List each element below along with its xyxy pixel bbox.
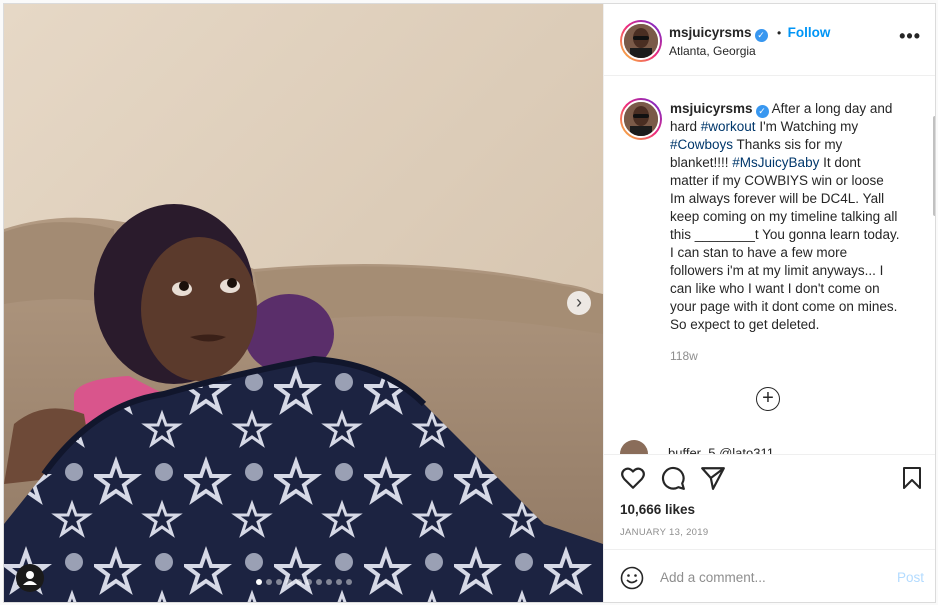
carousel-dot [266,579,272,585]
author-avatar[interactable] [620,20,662,62]
carousel-dot [326,579,332,585]
author-username[interactable]: msjuicyrsms [669,25,752,40]
carousel-dot [336,579,342,585]
carousel-dot [286,579,292,585]
person-icon [23,571,37,585]
carousel-dot [346,579,352,585]
carousel-dot [306,579,312,585]
emoji-icon[interactable] [620,566,644,590]
avatar-image [624,24,658,58]
post-date[interactable]: JANUARY 13, 2019 [620,527,708,538]
carousel-dot [256,579,262,585]
comments-scrollbar[interactable] [933,116,935,216]
comment-icon[interactable] [660,465,686,491]
carousel-next-button[interactable]: › [567,291,591,315]
more-options-icon[interactable]: ••• [899,26,921,47]
header-userline: msjuicyrsms ✓ • Follow [669,24,830,42]
hashtag-link[interactable]: #MsJuicyBaby [732,155,819,170]
post-actions: 10,666 likes JANUARY 13, 2019 Add a comm… [604,454,935,602]
hashtag-link[interactable]: #workout [701,119,756,134]
carousel-dot [276,579,282,585]
hashtag-link[interactable]: #Cowboys [670,137,733,152]
bookmark-icon[interactable] [900,465,924,491]
likes-count[interactable]: 10,666 likes [620,502,695,517]
carousel-dot [316,579,322,585]
post-header: msjuicyrsms ✓ • Follow Atlanta, Georgia •… [604,4,935,76]
caption-username[interactable]: msjuicyrsms [670,101,753,116]
post-card: › msjuicyrsms ✓ • Follow Atlanta, Georgi… [3,3,936,603]
post-location[interactable]: Atlanta, Georgia [669,44,756,58]
carousel-dot [296,579,302,585]
post-comment-button[interactable]: Post [897,570,924,585]
user-tags-button[interactable] [16,564,44,592]
post-caption: msjuicyrsms ✓ After a long day and hard #… [670,100,902,334]
caption-timestamp[interactable]: 118w [670,349,698,363]
comments-section[interactable]: msjuicyrsms ✓ After a long day and hard #… [604,76,935,454]
caption-avatar[interactable] [620,98,662,140]
caption-segment: I'm Watching my [755,119,859,134]
carousel-indicator [256,579,352,585]
post-photo[interactable]: › [4,4,603,602]
follow-button[interactable]: Follow [788,25,831,40]
share-icon[interactable] [700,465,726,491]
add-comment-bar: Add a comment... Post [604,549,935,602]
post-sidebar: msjuicyrsms ✓ • Follow Atlanta, Georgia •… [603,4,935,602]
comment-input[interactable]: Add a comment... [660,570,766,585]
avatar-image [624,102,658,136]
comment-avatar[interactable] [620,440,648,454]
next-comment-peek: buffer_5 @lato311 [620,440,774,454]
verified-badge-icon: ✓ [754,29,768,42]
comment-text: buffer_5 @lato311 [668,445,774,454]
heart-icon[interactable] [620,465,646,491]
follow-separator: • [777,26,782,40]
photo-illustration [4,4,603,602]
load-more-comments-icon[interactable]: + [756,387,780,411]
verified-badge-icon: ✓ [755,105,769,118]
caption-text: After a long day and hard #workout I'm W… [670,101,899,332]
caption-segment: It dont matter if my COWBIYS win or loos… [670,155,900,332]
chevron-right-icon: › [576,292,582,312]
